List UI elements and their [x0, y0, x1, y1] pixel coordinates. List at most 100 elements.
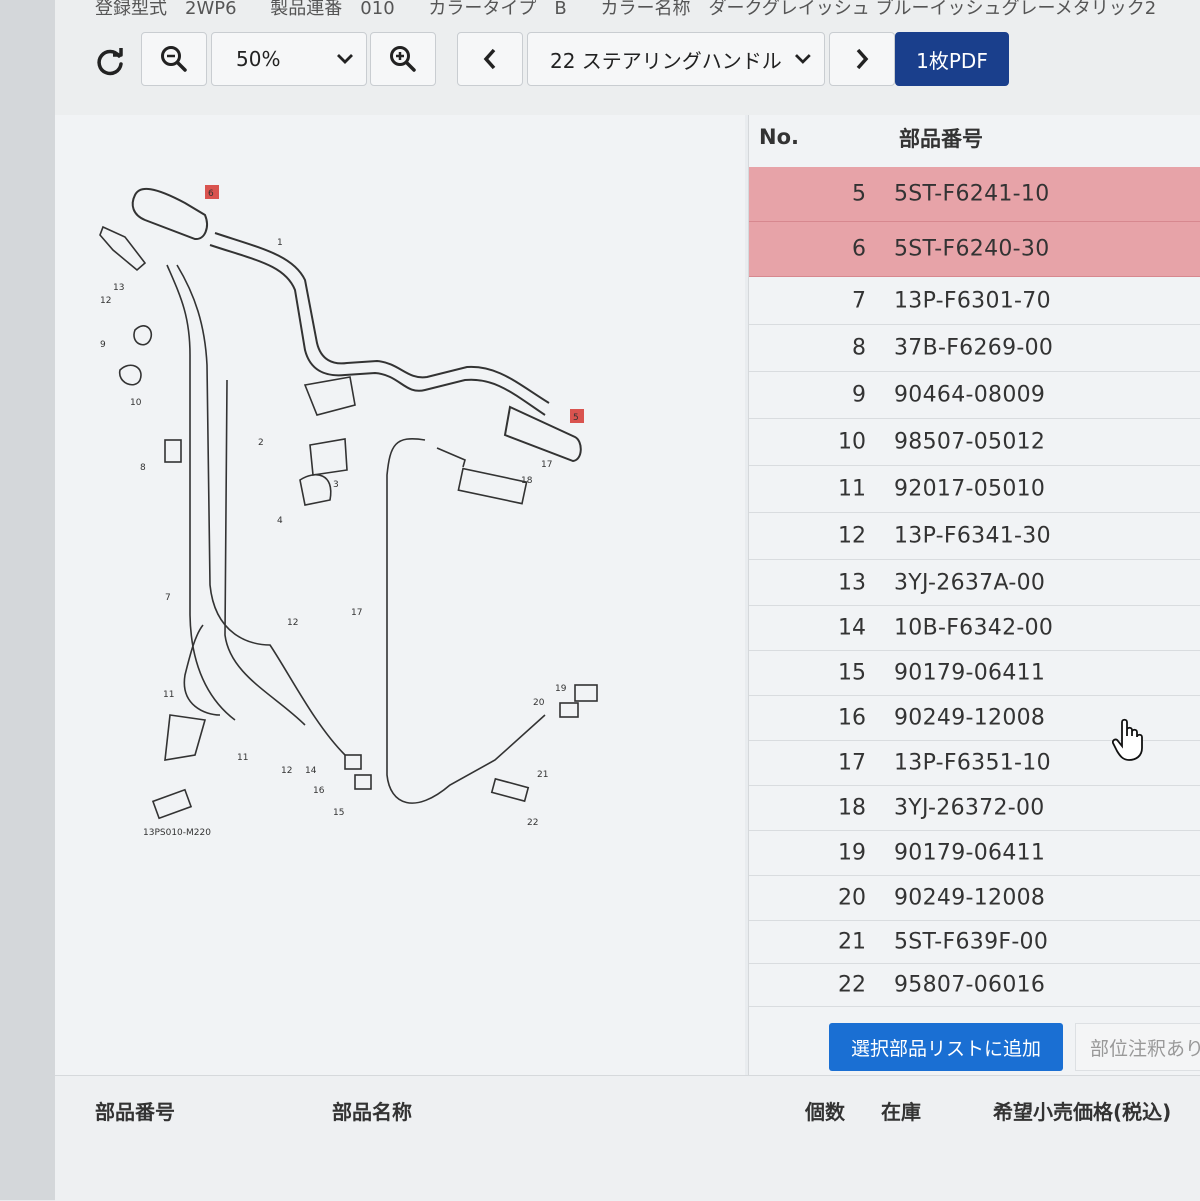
- chevron-right-icon: [856, 48, 869, 70]
- section-value: 22 ステアリングハンドル: [550, 48, 782, 73]
- part-row-number: 7: [852, 288, 866, 313]
- part-row[interactable]: 13 3YJ-2637A-00: [749, 560, 1200, 606]
- svg-text:18: 18: [521, 476, 533, 486]
- svg-text:13: 13: [113, 283, 124, 293]
- svg-text:11: 11: [163, 690, 174, 700]
- diagram-code: 13PS010-M220: [143, 828, 211, 838]
- part-row-part-number: 10B-F6342-00: [894, 615, 1054, 640]
- part-row[interactable]: 6 5ST-F6240-30: [749, 222, 1200, 277]
- part-row-part-number: 13P-F6301-70: [894, 288, 1051, 313]
- part-row-part-number: 90464-08009: [894, 382, 1046, 408]
- svg-text:6: 6: [208, 189, 214, 199]
- part-row-number: 17: [838, 750, 866, 775]
- part-row[interactable]: 18 3YJ-26372-00: [749, 785, 1200, 831]
- part-row[interactable]: 8 37B-F6269-00: [749, 325, 1200, 372]
- part-row-part-number: 90179-06411: [894, 660, 1046, 685]
- part-row[interactable]: 20 90249-12008: [749, 875, 1200, 921]
- part-note-button[interactable]: 部位注釈あり: [1075, 1023, 1200, 1071]
- part-row-part-number: 90179-06411: [894, 840, 1046, 865]
- part-row[interactable]: 22 95807-06016: [749, 963, 1200, 1007]
- model-info: 登録型式 2WP6 製品連番 010 カラータイプ B カラー名称 ダークグレイ…: [95, 0, 1184, 20]
- svg-text:15: 15: [333, 808, 344, 818]
- svg-text:7: 7: [165, 593, 171, 603]
- parts-list-header: No. 部品番号: [749, 115, 1200, 165]
- column-no: No.: [759, 125, 799, 149]
- svg-text:2: 2: [258, 438, 264, 448]
- zoom-out-icon: [161, 46, 187, 72]
- part-row-number: 12: [838, 523, 866, 549]
- part-row-number: 16: [838, 705, 866, 730]
- part-row-part-number: 90249-12008: [894, 705, 1046, 730]
- refresh-icon: [97, 48, 123, 76]
- part-row[interactable]: 11 92017-05010: [749, 466, 1200, 513]
- single-pdf-button[interactable]: 1枚PDF: [895, 32, 1009, 86]
- next-section-button[interactable]: [829, 32, 895, 86]
- part-row-part-number: 5ST-F6240-30: [894, 236, 1050, 262]
- part-row-number: 5: [852, 181, 866, 207]
- part-row-number: 22: [838, 972, 866, 997]
- part-row-number: 6: [852, 236, 866, 262]
- part-row[interactable]: 19 90179-06411: [749, 830, 1200, 876]
- svg-text:3: 3: [333, 480, 339, 490]
- parts-diagram: 1 2 3 4 5 6 7 8 9 10 11 11 12 12 12 13 1…: [55, 115, 745, 1075]
- chevron-down-icon: [337, 54, 353, 64]
- svg-text:11: 11: [237, 753, 248, 763]
- part-row[interactable]: 12 13P-F6341-30: [749, 513, 1200, 560]
- svg-text:14: 14: [305, 766, 317, 776]
- part-row[interactable]: 10 98507-05012: [749, 419, 1200, 466]
- part-row[interactable]: 14 10B-F6342-00: [749, 605, 1200, 651]
- svg-text:8: 8: [140, 463, 146, 473]
- zoom-in-icon: [390, 46, 416, 72]
- part-row[interactable]: 9 90464-08009: [749, 372, 1200, 419]
- part-row-number: 9: [852, 382, 866, 408]
- selected-parts-table-header: 部品番号 部品名称 個数 在庫 希望小売価格(税込): [55, 1075, 1200, 1201]
- hand-cursor-icon: [1112, 718, 1143, 761]
- part-row-number: 20: [838, 885, 866, 910]
- svg-text:1: 1: [277, 238, 283, 248]
- svg-text:19: 19: [555, 684, 567, 694]
- part-row-part-number: 95807-06016: [894, 972, 1046, 997]
- part-row-number: 18: [838, 795, 866, 820]
- model-type: 登録型式 2WP6: [95, 0, 237, 19]
- refresh-button[interactable]: [90, 42, 130, 82]
- zoom-out-button[interactable]: [141, 32, 207, 86]
- prev-section-button[interactable]: [457, 32, 523, 86]
- svg-text:12: 12: [100, 296, 111, 306]
- part-row-number: 10: [838, 429, 866, 455]
- footer-stock: 在庫: [881, 1100, 921, 1124]
- part-row-part-number: 98507-05012: [894, 429, 1046, 455]
- color-name: カラー名称 ダークグレイッシュ ブルーイッシュグレーメタリック2: [600, 0, 1157, 19]
- svg-text:22: 22: [527, 818, 538, 828]
- add-to-list-button[interactable]: 選択部品リストに追加: [829, 1023, 1063, 1071]
- svg-text:12: 12: [281, 766, 292, 776]
- part-row[interactable]: 15 90179-06411: [749, 650, 1200, 696]
- handlebar-exploded-view: 1 2 3 4 5 6 7 8 9 10 11 11 12 12 12 13 1…: [99, 185, 598, 838]
- part-row-part-number: 5ST-F639F-00: [894, 929, 1049, 954]
- section-select[interactable]: 22 ステアリングハンドル: [527, 32, 825, 86]
- part-row[interactable]: 5 5ST-F6241-10: [749, 167, 1200, 222]
- svg-text:21: 21: [537, 770, 548, 780]
- chevron-down-icon: [795, 54, 812, 64]
- svg-text:16: 16: [313, 786, 325, 796]
- zoom-select[interactable]: 50%: [211, 32, 367, 86]
- serial-no: 製品連番 010: [270, 0, 395, 19]
- footer-part-name: 部品名称: [332, 1100, 412, 1124]
- part-row[interactable]: 7 13P-F6301-70: [749, 277, 1200, 325]
- svg-text:9: 9: [100, 340, 106, 350]
- zoom-in-button[interactable]: [370, 32, 436, 86]
- svg-text:12: 12: [287, 618, 298, 628]
- part-row-number: 11: [838, 476, 866, 502]
- part-row-number: 19: [838, 840, 866, 865]
- svg-text:5: 5: [573, 413, 579, 423]
- part-row-part-number: 5ST-F6241-10: [894, 181, 1050, 207]
- part-row-number: 21: [838, 929, 866, 954]
- footer-price: 希望小売価格(税込): [993, 1100, 1172, 1124]
- part-row[interactable]: 21 5ST-F639F-00: [749, 920, 1200, 964]
- parts-list: No. 部品番号 5 5ST-F6241-10 6 5ST-F6240-30 7 13P-…: [748, 115, 1200, 1075]
- part-row-part-number: 3YJ-2637A-00: [894, 570, 1046, 595]
- part-row-part-number: 37B-F6269-00: [894, 335, 1054, 361]
- viewer-toolbar: 登録型式 2WP6 製品連番 010 カラータイプ B カラー名称 ダークグレイ…: [55, 0, 1200, 115]
- footer-qty: 個数: [805, 1100, 845, 1124]
- chevron-left-icon: [483, 48, 496, 70]
- svg-text:10: 10: [130, 398, 142, 408]
